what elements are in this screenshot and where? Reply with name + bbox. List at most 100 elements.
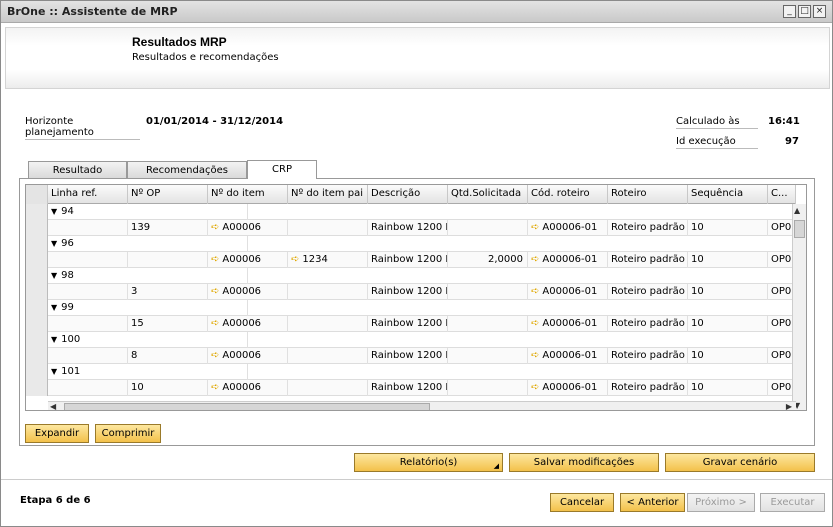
crp-grid[interactable]: Linha ref. Nº OP Nº do item Nº do item p… xyxy=(25,184,807,411)
group-label[interactable]: ▼ 100 xyxy=(48,332,248,348)
group-row[interactable]: ▼ 94 xyxy=(26,204,796,220)
group-ref: 101 xyxy=(61,366,81,377)
link-arrow-icon[interactable]: ➪ xyxy=(531,382,539,393)
collapse-triangle-icon[interactable]: ▼ xyxy=(51,335,57,344)
group-label[interactable]: ▼ 98 xyxy=(48,268,248,284)
cell-op: 3 xyxy=(128,284,208,300)
horizontal-scroll-thumb[interactable] xyxy=(64,403,430,410)
group-row[interactable]: ▼ 100 xyxy=(26,332,796,348)
cell-item-value: A00006 xyxy=(222,254,262,265)
cell-description-value: Rainbow 1200 Las xyxy=(371,318,447,329)
collapse-triangle-icon[interactable]: ▼ xyxy=(51,303,57,312)
scroll-up-icon[interactable]: ▲ xyxy=(794,206,800,215)
cell-item-value: A00006 xyxy=(222,318,262,329)
table-row[interactable]: 8➪A00006Rainbow 1200 Las➪A00006-01Roteir… xyxy=(26,348,796,364)
col-descricao[interactable]: Descrição xyxy=(368,185,448,204)
next-button[interactable]: Próximo > xyxy=(687,493,755,512)
scroll-right-icon[interactable]: ▶ xyxy=(786,402,792,410)
row-header[interactable] xyxy=(26,380,48,396)
row-header[interactable] xyxy=(26,236,48,252)
title-bar: BrOne :: Assistente de MRP _ □ × xyxy=(1,1,832,23)
col-sequencia[interactable]: Sequência xyxy=(688,185,768,204)
row-header[interactable] xyxy=(26,220,48,236)
collapse-triangle-icon[interactable]: ▼ xyxy=(51,367,57,376)
collapse-triangle-icon[interactable]: ▼ xyxy=(51,207,57,216)
link-arrow-icon[interactable]: ➪ xyxy=(211,350,219,361)
collapse-triangle-icon[interactable]: ▼ xyxy=(51,239,57,248)
cell-op-value: 10 xyxy=(131,382,144,393)
tab-crp[interactable]: CRP xyxy=(247,160,317,179)
cell-description-value: Rainbow 1200 Las xyxy=(371,254,447,265)
cell-route: Roteiro padrão xyxy=(608,284,688,300)
row-header[interactable] xyxy=(26,364,48,380)
table-row[interactable]: 10➪A00006Rainbow 1200 Las➪A00006-01Rotei… xyxy=(26,380,796,396)
group-label[interactable]: ▼ 96 xyxy=(48,236,248,252)
col-num-op[interactable]: Nº OP xyxy=(128,185,208,204)
close-icon[interactable]: × xyxy=(813,5,826,18)
group-row[interactable]: ▼ 101 xyxy=(26,364,796,380)
row-header[interactable] xyxy=(26,252,48,268)
cell-route-code: ➪ A00006-01 xyxy=(528,284,608,300)
group-row[interactable]: ▼ 96 xyxy=(26,236,796,252)
link-arrow-icon[interactable]: ➪ xyxy=(211,286,219,297)
link-arrow-icon[interactable]: ➪ xyxy=(211,318,219,329)
link-arrow-icon[interactable]: ➪ xyxy=(531,318,539,329)
cell-route-value: Roteiro padrão xyxy=(611,350,685,361)
save-changes-button[interactable]: Salvar modificações xyxy=(509,453,659,472)
link-arrow-icon[interactable]: ➪ xyxy=(531,222,539,233)
link-arrow-icon[interactable]: ➪ xyxy=(531,350,539,361)
row-header[interactable] xyxy=(26,268,48,284)
cell-route-value: Roteiro padrão xyxy=(611,318,685,329)
table-row[interactable]: 15➪A00006Rainbow 1200 Las➪A00006-01Rotei… xyxy=(26,316,796,332)
group-row[interactable]: ▼ 98 xyxy=(26,268,796,284)
cell-sequence: 10 xyxy=(688,348,768,364)
group-row[interactable]: ▼ 99 xyxy=(26,300,796,316)
execute-button[interactable]: Executar xyxy=(760,493,825,512)
tab-resultado[interactable]: Resultado xyxy=(28,161,127,179)
link-arrow-icon[interactable]: ➪ xyxy=(531,254,539,265)
cell-route: Roteiro padrão xyxy=(608,348,688,364)
maximize-icon[interactable]: □ xyxy=(798,5,811,18)
link-arrow-icon[interactable]: ➪ xyxy=(291,254,299,265)
dropdown-arrow-icon[interactable]: ◢ xyxy=(494,458,499,475)
reports-button[interactable]: Relatório(s) ◢ xyxy=(354,453,503,472)
col-item[interactable]: Nº do item xyxy=(208,185,288,204)
col-linha-ref[interactable]: Linha ref. xyxy=(48,185,128,204)
minimize-icon[interactable]: _ xyxy=(783,5,796,18)
cancel-button[interactable]: Cancelar xyxy=(550,493,614,512)
collapse-button[interactable]: Comprimir xyxy=(95,424,161,443)
save-scenario-button[interactable]: Gravar cenário xyxy=(665,453,815,472)
page-title: Resultados MRP xyxy=(132,35,227,49)
cell-op-value: 8 xyxy=(131,350,138,361)
row-header[interactable] xyxy=(26,316,48,332)
link-arrow-icon[interactable]: ➪ xyxy=(211,382,219,393)
cell-item: ➪ A00006 xyxy=(208,348,288,364)
col-cod-roteiro[interactable]: Cód. roteiro xyxy=(528,185,608,204)
group-label[interactable]: ▼ 99 xyxy=(48,300,248,316)
previous-button[interactable]: < Anterior xyxy=(620,493,685,512)
row-header[interactable] xyxy=(26,284,48,300)
table-row[interactable]: 3➪A00006Rainbow 1200 Las➪A00006-01Roteir… xyxy=(26,284,796,300)
collapse-triangle-icon[interactable]: ▼ xyxy=(51,271,57,280)
col-roteiro[interactable]: Roteiro xyxy=(608,185,688,204)
row-header[interactable] xyxy=(26,204,48,220)
link-arrow-icon[interactable]: ➪ xyxy=(211,222,219,233)
vertical-scroll-thumb[interactable] xyxy=(794,220,805,238)
col-c[interactable]: C... xyxy=(768,185,796,204)
horizontal-scrollbar[interactable]: ◀ ▶ xyxy=(48,401,796,410)
row-header[interactable] xyxy=(26,300,48,316)
row-header[interactable] xyxy=(26,348,48,364)
scroll-left-icon[interactable]: ◀ xyxy=(50,402,56,410)
table-row[interactable]: ➪A00006➪1234Rainbow 1200 Las2,0000➪A0000… xyxy=(26,252,796,268)
row-header[interactable] xyxy=(26,332,48,348)
link-arrow-icon[interactable]: ➪ xyxy=(211,254,219,265)
group-label[interactable]: ▼ 101 xyxy=(48,364,248,380)
col-qtd-solicitada[interactable]: Qtd.Solicitada xyxy=(448,185,528,204)
tab-recomendacoes[interactable]: Recomendações xyxy=(127,161,247,179)
group-label[interactable]: ▼ 94 xyxy=(48,204,248,220)
vertical-scrollbar[interactable]: ▲ ▼ xyxy=(792,204,806,410)
col-parent-item[interactable]: Nº do item pai xyxy=(288,185,368,204)
expand-button[interactable]: Expandir xyxy=(25,424,89,443)
table-row[interactable]: 139➪A00006Rainbow 1200 Las➪A00006-01Rote… xyxy=(26,220,796,236)
link-arrow-icon[interactable]: ➪ xyxy=(531,286,539,297)
